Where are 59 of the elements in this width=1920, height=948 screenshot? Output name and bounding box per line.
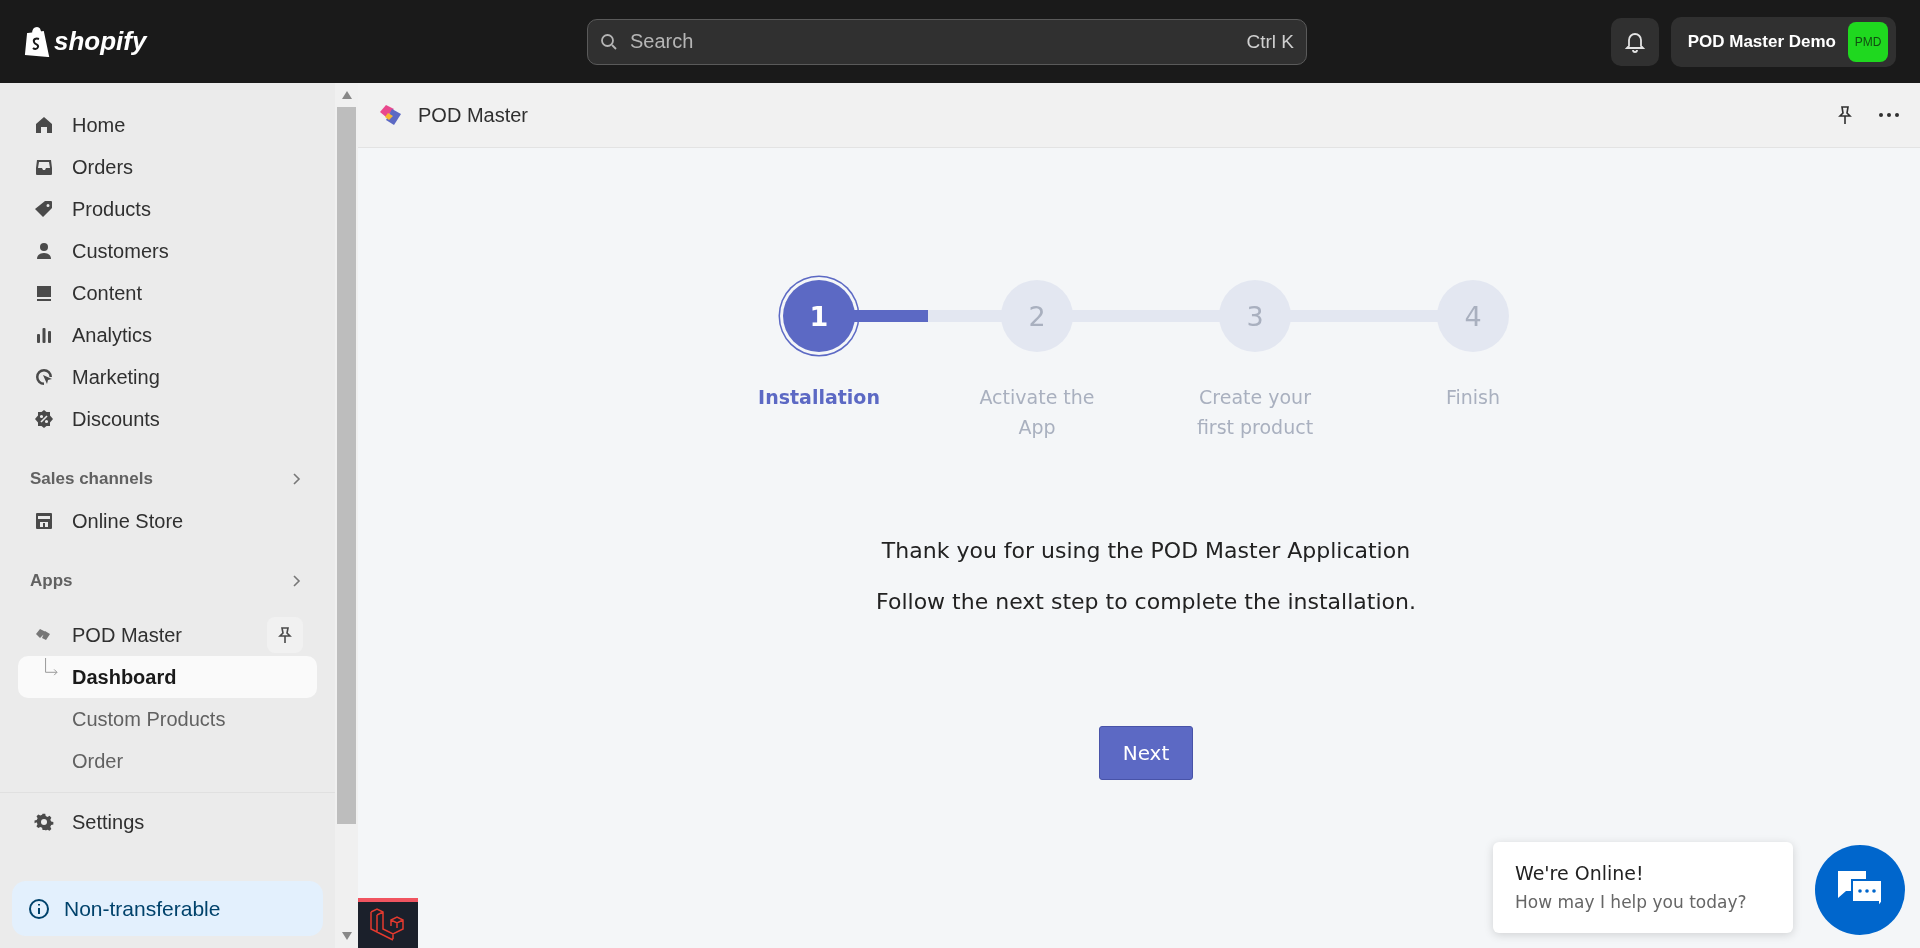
nav-icon	[34, 409, 54, 429]
sidebar-subitem[interactable]: Dashboard	[18, 656, 317, 698]
sidebar-item[interactable]: Content	[18, 272, 317, 314]
store-menu-button[interactable]: POD Master Demo PMD	[1670, 16, 1896, 67]
shortcut-hint: Ctrl K	[1246, 30, 1294, 53]
sidebar-item[interactable]: Orders	[18, 146, 317, 188]
section-title: Apps	[30, 571, 73, 591]
nav-icon	[34, 199, 54, 219]
app-title: POD Master	[418, 103, 529, 127]
search-bar[interactable]: Search Ctrl K	[587, 18, 1307, 65]
scroll-down-icon[interactable]	[341, 932, 352, 940]
sidebar-subitem[interactable]: Order	[18, 740, 317, 782]
pin-button[interactable]	[267, 617, 303, 653]
settings-item[interactable]: Settings	[18, 801, 317, 843]
sidebar-item[interactable]: Analytics	[18, 314, 317, 356]
nav-icon	[34, 157, 54, 177]
step-label: Activate the App	[978, 385, 1096, 440]
store-avatar: PMD	[1848, 21, 1888, 62]
sidebar-item[interactable]: Marketing	[18, 356, 317, 398]
nav-icon	[34, 115, 54, 135]
settings-icon	[34, 812, 54, 832]
sidebar-item[interactable]: Home	[18, 104, 317, 146]
nav-icon	[34, 283, 54, 303]
info-icon	[28, 897, 50, 920]
nav-icon	[34, 241, 54, 261]
sidebar-item[interactable]: Customers	[18, 230, 317, 272]
sidebar-subitem[interactable]: Custom Products	[18, 698, 317, 740]
sidebar-item[interactable]: Products	[18, 188, 317, 230]
sidebar-item[interactable]: Discounts	[18, 398, 317, 440]
chat-title: We're Online!	[1515, 862, 1645, 884]
chat-subtitle: How may I help you today?	[1515, 892, 1748, 912]
notifications-button[interactable]	[1610, 17, 1659, 66]
pin-icon	[275, 625, 295, 645]
search-field[interactable]: Search	[628, 29, 1237, 54]
step-label: Create your first product	[1195, 385, 1315, 440]
scroll-up-icon[interactable]	[341, 91, 352, 99]
store-icon	[34, 511, 54, 531]
sidebar-item[interactable]: POD Master	[18, 614, 317, 656]
search-icon	[600, 32, 618, 51]
step-circle: 4	[1437, 280, 1509, 352]
step-circle: 3	[1219, 280, 1291, 352]
non-transferable-banner[interactable]: Non-transferable	[12, 881, 323, 936]
nav-icon	[34, 325, 54, 345]
shopify-logo[interactable]: shopify	[24, 26, 587, 57]
message-text: Thank you for using the POD Master Application	[881, 538, 1411, 563]
bell-icon	[1623, 30, 1646, 53]
step-circle: 2	[1001, 280, 1073, 352]
nav-icon	[34, 367, 54, 387]
scrollbar[interactable]	[335, 83, 358, 948]
chat-bubble[interactable]: We're Online! How may I help you today?	[1493, 842, 1793, 933]
section-title: Sales channels	[30, 469, 153, 489]
sidebar-item[interactable]: Online Store	[18, 500, 317, 542]
step-label: Installation	[757, 385, 881, 410]
next-button[interactable]: Next	[1099, 726, 1193, 780]
cube-stack-icon	[369, 907, 407, 941]
message-text: Follow the next step to complete the installation.	[876, 589, 1416, 614]
step-label: Finish	[1444, 385, 1502, 410]
laravel-badge[interactable]	[358, 898, 418, 948]
app-logo-icon	[378, 102, 404, 128]
